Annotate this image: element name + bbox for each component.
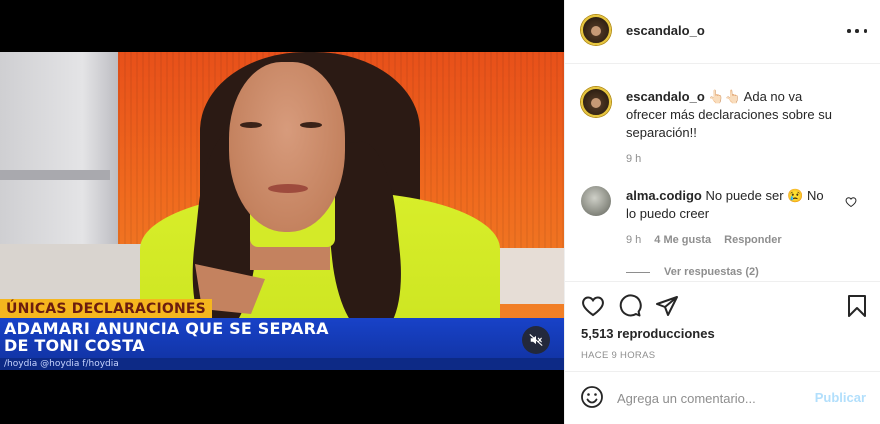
emoji-button[interactable] — [580, 385, 606, 411]
share-icon — [656, 296, 678, 316]
post-actions: 5,513 reproducciones HACE 9 HORAS — [565, 281, 880, 371]
post-header: escandalo_o — [565, 0, 880, 64]
caption-time[interactable]: 9 h — [626, 153, 641, 165]
comment-button[interactable] — [616, 292, 644, 320]
divider — [626, 271, 650, 273]
caption-username[interactable]: escandalo_o — [626, 89, 705, 104]
add-comment-bar: Publicar — [565, 371, 880, 424]
bookmark-icon — [848, 295, 866, 317]
dot — [847, 29, 851, 33]
caption-text: escandalo_o 👆🏻👆🏻 Ada no va ofrecer más d… — [626, 88, 846, 142]
post-sidebar: escandalo_o escandalo_o 👆🏻👆🏻 Ada no va o… — [564, 0, 880, 424]
studio-couch — [0, 244, 150, 304]
caption-emoji: 👆🏻👆🏻 — [708, 89, 741, 104]
comment-likes[interactable]: 4 Me gusta — [654, 234, 711, 246]
dot — [863, 29, 867, 33]
news-ticker: /hoydia @hoydia f/hoydia — [0, 358, 564, 370]
view-replies-button[interactable]: Ver respuestas (2) — [626, 266, 759, 278]
post-comment-button[interactable]: Publicar — [815, 390, 866, 405]
header-username[interactable]: escandalo_o — [626, 23, 705, 38]
view-replies-label: Ver respuestas (2) — [664, 266, 759, 278]
comment-meta: 9 h 4 Me gusta Responder — [626, 234, 782, 246]
views-label: reproducciones — [617, 326, 715, 341]
person-eye — [300, 122, 322, 128]
like-button[interactable] — [579, 292, 607, 320]
heart-icon — [582, 296, 604, 317]
comments-list[interactable]: escandalo_o 👆🏻👆🏻 Ada no va ofrecer más d… — [565, 65, 880, 281]
comment-username[interactable]: alma.codigo — [626, 188, 702, 203]
avatar[interactable] — [581, 186, 611, 216]
avatar[interactable] — [581, 15, 611, 45]
like-comment-button[interactable] — [845, 196, 857, 211]
person-eye — [240, 122, 262, 128]
save-button[interactable] — [843, 292, 871, 320]
post-timestamp[interactable]: HACE 9 HORAS — [581, 350, 655, 361]
comment-input[interactable] — [617, 386, 807, 410]
avatar[interactable] — [581, 87, 611, 117]
lower-third-tag: ÚNICAS DECLARACIONES — [0, 299, 212, 319]
headline-line-1: ADAMARI ANUNCIA QUE SE SEPARA — [4, 319, 329, 338]
share-button[interactable] — [653, 292, 681, 320]
heart-icon — [845, 197, 857, 208]
person-mouth — [268, 184, 308, 193]
person-face — [229, 62, 345, 232]
mute-button[interactable] — [522, 326, 550, 354]
views-number: 5,513 — [581, 326, 614, 341]
news-headline: ADAMARI ANUNCIA QUE SE SEPARA DE TONI CO… — [4, 320, 424, 354]
comment-time[interactable]: 9 h — [626, 234, 641, 246]
dot — [855, 29, 859, 33]
emoji-icon — [581, 386, 603, 408]
comment-icon — [619, 294, 642, 317]
more-options-icon[interactable] — [847, 22, 867, 40]
headline-line-2: DE TONI COSTA — [4, 336, 145, 355]
reply-button[interactable]: Responder — [724, 234, 781, 246]
video-player[interactable]: ÚNICAS DECLARACIONES ADAMARI ANUNCIA QUE… — [0, 0, 564, 424]
muted-speaker-icon — [529, 334, 543, 346]
comment-text: alma.codigo No puede ser 😢 No lo puedo c… — [626, 187, 836, 223]
view-count[interactable]: 5,513 reproducciones — [581, 326, 715, 341]
